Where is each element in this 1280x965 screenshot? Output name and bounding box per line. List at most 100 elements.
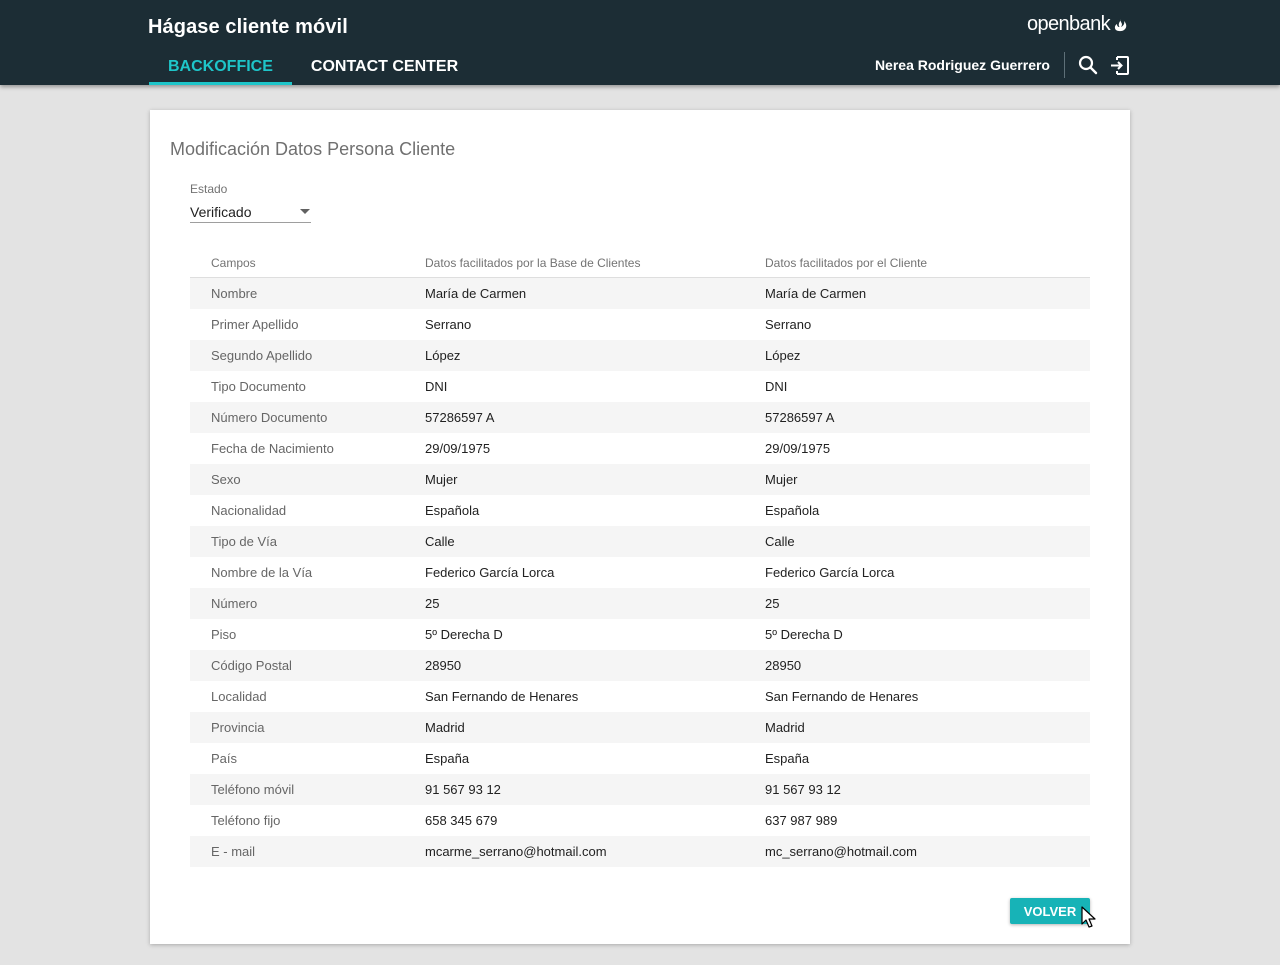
table-row: Número Documento 57286597 A 57286597 A — [190, 402, 1090, 433]
table-row: Tipo Documento DNI DNI — [190, 371, 1090, 402]
cliente-cell: Mujer — [765, 472, 798, 487]
logout-icon[interactable] — [1108, 54, 1130, 76]
cliente-cell: 29/09/1975 — [765, 441, 831, 456]
table-row: Código Postal 28950 28950 — [190, 650, 1090, 681]
column-header-campos: Campos — [211, 255, 256, 270]
field-name-cell: Provincia — [211, 720, 265, 735]
base-clientes-cell: 5º Derecha D — [425, 627, 503, 642]
volver-button[interactable]: VOLVER — [1010, 898, 1090, 924]
cliente-cell: San Fernando de Henares — [765, 689, 919, 704]
cliente-cell: 28950 — [765, 658, 802, 673]
field-name-cell: Nombre — [211, 286, 258, 301]
table-row: Provincia Madrid Madrid — [190, 712, 1090, 743]
table-row: Localidad San Fernando de Henares San Fern… — [190, 681, 1090, 712]
logo-text: openbank — [1026, 13, 1111, 35]
table-row: Teléfono móvil 91 567 93 12 91 567 93 12 — [190, 774, 1090, 805]
field-name-cell: Número — [211, 596, 258, 611]
estado-field: Estado Verificado — [190, 182, 311, 223]
nav-tabs: BACKOFFICE CONTACT CENTER — [149, 55, 477, 85]
cliente-cell: 5º Derecha D — [765, 627, 843, 642]
base-clientes-cell: España — [425, 751, 470, 766]
base-clientes-cell: 28950 — [425, 658, 462, 673]
estado-value: Verificado — [190, 203, 252, 220]
field-name-cell: Localidad — [211, 689, 267, 704]
table-body: Nombre María de Carmen María de Carmen Prim… — [190, 278, 1090, 867]
base-clientes-cell: Madrid — [425, 720, 465, 735]
cliente-cell: Madrid — [765, 720, 805, 735]
table-header: Campos Datos facilitados por la Base de … — [190, 248, 1090, 278]
openbank-logo: openbank — [1027, 13, 1129, 36]
cliente-cell: España — [765, 751, 810, 766]
base-clientes-cell: 25 — [425, 596, 440, 611]
table-row: Teléfono fijo 658 345 679 637 987 989 — [190, 805, 1090, 836]
base-clientes-cell: 57286597 A — [425, 410, 495, 425]
base-clientes-cell: María de Carmen — [425, 286, 527, 301]
base-clientes-cell: mcarme_serrano@hotmail.com — [425, 844, 607, 859]
cliente-cell: DNI — [765, 379, 788, 394]
cliente-cell: Española — [765, 503, 820, 518]
cliente-cell: Serrano — [765, 317, 812, 332]
base-clientes-cell: Federico García Lorca — [425, 565, 555, 580]
table-row: Nombre María de Carmen María de Carmen — [190, 278, 1090, 309]
top-bar: Hágase cliente móvil BACKOFFICE CONTACT … — [0, 0, 1280, 85]
table-row: Tipo de Vía Calle Calle — [190, 526, 1090, 557]
table-row: Número 25 25 — [190, 588, 1090, 619]
estado-label: Estado — [190, 182, 228, 196]
table-row: Segundo Apellido López López — [190, 340, 1090, 371]
field-name-cell: Código Postal — [211, 658, 292, 673]
base-clientes-cell: DNI — [425, 379, 448, 394]
cliente-cell: 637 987 989 — [765, 813, 838, 828]
cliente-cell: 57286597 A — [765, 410, 835, 425]
app-title: Hágase cliente móvil — [148, 16, 348, 38]
mouse-cursor-icon — [1081, 906, 1096, 928]
column-header-base-clientes: Datos facilitados por la Base de Cliente… — [425, 255, 641, 270]
cliente-cell: 25 — [765, 596, 780, 611]
column-header-cliente: Datos facilitados por el Cliente — [765, 255, 928, 270]
base-clientes-cell: 91 567 93 12 — [425, 782, 501, 797]
cliente-cell: López — [765, 348, 801, 363]
base-clientes-cell: López — [425, 348, 461, 363]
field-name-cell: País — [211, 751, 238, 766]
field-name-cell: Tipo de Vía — [211, 534, 278, 549]
cliente-cell: mc_serrano@hotmail.com — [765, 844, 917, 859]
base-clientes-cell: Española — [425, 503, 480, 518]
field-name-cell: Sexo — [211, 472, 241, 487]
search-icon[interactable] — [1077, 54, 1099, 76]
base-clientes-cell: Mujer — [425, 472, 458, 487]
table-row: Nacionalidad Española Española — [190, 495, 1090, 526]
cliente-cell: 91 567 93 12 — [765, 782, 841, 797]
comparison-table: Campos Datos facilitados por la Base de … — [190, 248, 1090, 867]
flame-icon — [1114, 18, 1127, 31]
field-name-cell: Primer Apellido — [211, 317, 299, 332]
field-name-cell: Tipo Documento — [211, 379, 306, 394]
table-row: Primer Apellido Serrano Serrano — [190, 309, 1090, 340]
chevron-down-icon — [300, 209, 310, 214]
base-clientes-cell: 29/09/1975 — [425, 441, 491, 456]
field-name-cell: Teléfono fijo — [211, 813, 281, 828]
table-row: E - mail mcarme_serrano@hotmail.com mc_ser… — [190, 836, 1090, 867]
field-name-cell: Fecha de Nacimiento — [211, 441, 334, 456]
field-name-cell: Segundo Apellido — [211, 348, 313, 363]
field-name-cell: Nombre de la Vía — [211, 565, 313, 580]
table-row: Nombre de la Vía Federico García Lorca Fed… — [190, 557, 1090, 588]
base-clientes-cell: Serrano — [425, 317, 472, 332]
page-title: Modificación Datos Persona Cliente — [170, 139, 456, 159]
cliente-cell: Calle — [765, 534, 795, 549]
base-clientes-cell: San Fernando de Henares — [425, 689, 579, 704]
user-area: Nerea Rodriguez Guerrero — [875, 52, 1130, 78]
tab-contact-center[interactable]: CONTACT CENTER — [292, 55, 477, 85]
table-row: País España España — [190, 743, 1090, 774]
cliente-cell: Federico García Lorca — [765, 565, 895, 580]
field-name-cell: Nacionalidad — [211, 503, 287, 518]
estado-select[interactable]: Verificado — [190, 201, 311, 223]
field-name-cell: Teléfono móvil — [211, 782, 295, 797]
tab-backoffice[interactable]: BACKOFFICE — [149, 55, 292, 85]
field-name-cell: Piso — [211, 627, 237, 642]
base-clientes-cell: 658 345 679 — [425, 813, 498, 828]
field-name-cell: Número Documento — [211, 410, 328, 425]
field-name-cell: E - mail — [211, 844, 256, 859]
base-clientes-cell: Calle — [425, 534, 455, 549]
table-row: Fecha de Nacimiento 29/09/1975 29/09/1975 — [190, 433, 1090, 464]
header-divider — [1064, 52, 1065, 78]
table-row: Piso 5º Derecha D 5º Derecha D — [190, 619, 1090, 650]
